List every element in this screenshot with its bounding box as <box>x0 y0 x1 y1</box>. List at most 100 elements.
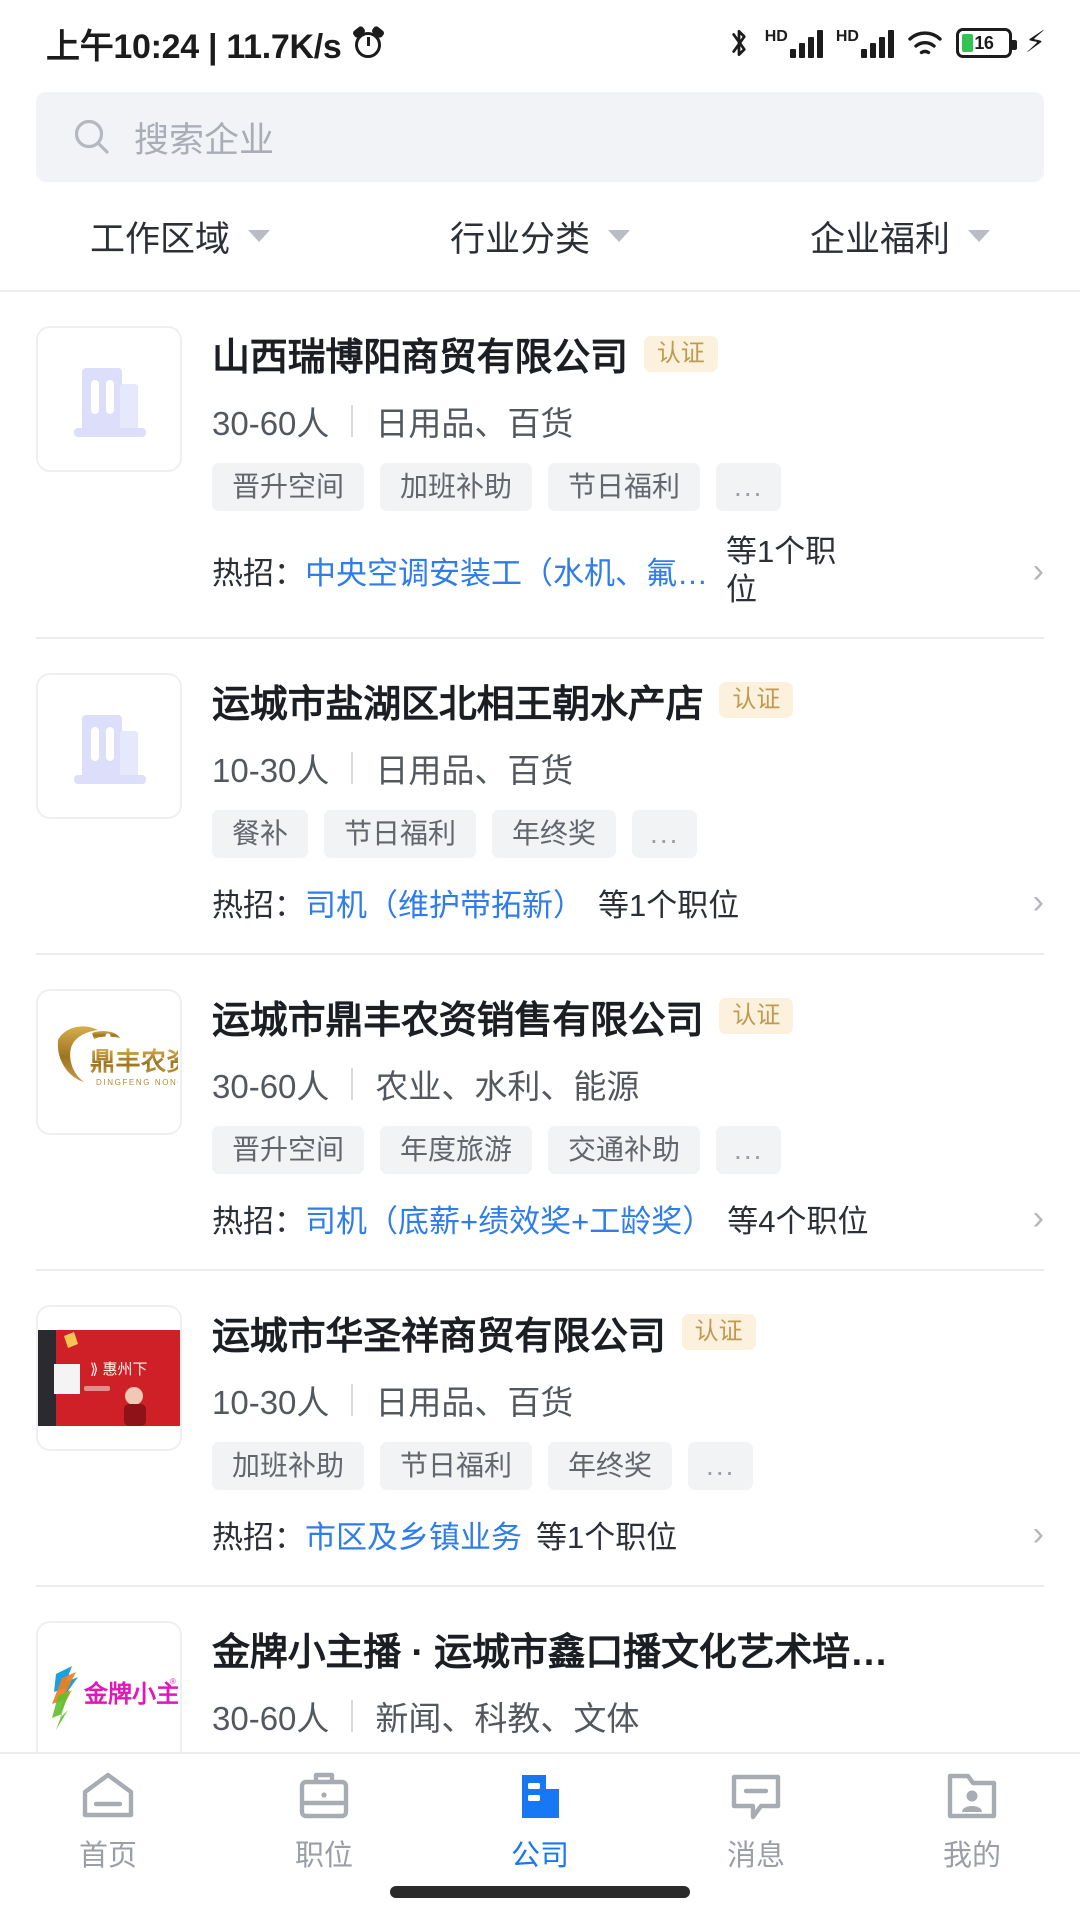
company-card[interactable]: 运城市盐湖区北相王朝水产店 认证 10-30人 日用品、百货 餐补 节日福利 年… <box>0 639 1080 925</box>
tab-jobs[interactable]: 职位 <box>216 1770 432 1874</box>
hot-job-count: 等1个职位 <box>726 534 837 607</box>
home-icon <box>82 1772 134 1818</box>
meta-divider <box>351 405 354 437</box>
company-name: 运城市华圣祥商贸有限公司 <box>212 1315 666 1358</box>
tab-company[interactable]: 公司 <box>432 1770 648 1874</box>
tab-label: 职位 <box>294 1840 353 1872</box>
company-industry: 日用品、百货 <box>375 1383 574 1421</box>
company-meta: 10-30人 日用品、百货 <box>212 1376 1044 1424</box>
building-placeholder-icon <box>74 368 146 437</box>
chevron-right-icon[interactable]: › <box>1013 1201 1044 1235</box>
bluetooth-icon <box>732 29 746 57</box>
company-meta: 30-60人 新闻、科教、文体 <box>212 1692 1044 1740</box>
tab-messages[interactable]: 消息 <box>648 1770 864 1874</box>
benefit-tag: 加班补助 <box>212 1441 365 1490</box>
benefit-tag: 晋升空间 <box>212 1125 365 1174</box>
hot-job-title[interactable]: 司机（底薪+绩效奖+工龄奖） <box>305 1196 713 1241</box>
company-size: 30-60人 <box>212 1699 330 1737</box>
company-card[interactable]: 鼎丰农资 DINGFENG NONGZI 运城市鼎丰农资销售有限公司 认证 30… <box>0 955 1080 1241</box>
hot-job-title[interactable]: 司机（维护带拓新） <box>305 880 584 925</box>
hd-label-1: HD <box>764 28 788 45</box>
svg-text:鼎丰农资: 鼎丰农资 <box>90 1048 178 1076</box>
hot-job-row[interactable]: 热招： 中央空调安装工（水机、氟… 等1个职位 › <box>212 533 1044 609</box>
building-placeholder-icon <box>74 714 146 784</box>
benefit-tag: 交通补助 <box>548 1125 701 1174</box>
hot-job-row[interactable]: 热招： 司机（底薪+绩效奖+工龄奖） 等4个职位 › <box>212 1196 1044 1241</box>
benefit-tag: 餐补 <box>212 809 309 858</box>
red-banner-photo: ⟫ 惠州下 <box>38 1329 180 1426</box>
company-logo: 鼎丰农资 DINGFENG NONGZI <box>36 988 182 1135</box>
company-logo: ⟫ 惠州下 <box>36 1304 182 1451</box>
hot-job-title[interactable]: 中央空调安装工（水机、氟… <box>305 548 708 593</box>
search-input[interactable]: 搜索企业 <box>36 92 1044 182</box>
tab-label: 公司 <box>510 1840 569 1872</box>
filter-benefits[interactable]: 企业福利 <box>720 211 1080 262</box>
verified-badge: 认证 <box>719 682 794 719</box>
search-placeholder: 搜索企业 <box>134 120 275 160</box>
benefit-tag-more[interactable]: ... <box>716 463 782 511</box>
chevron-right-icon[interactable]: › <box>1013 554 1044 588</box>
tab-label: 我的 <box>942 1840 1001 1872</box>
tab-profile[interactable]: 我的 <box>864 1770 1080 1874</box>
company-info: 运城市盐湖区北相王朝水产店 认证 10-30人 日用品、百货 餐补 节日福利 年… <box>212 673 1044 925</box>
company-info: 运城市华圣祥商贸有限公司 认证 10-30人 日用品、百货 加班补助 节日福利 … <box>212 1305 1044 1557</box>
chevron-down-icon <box>968 230 990 242</box>
company-size: 30-60人 <box>212 405 330 442</box>
chevron-right-icon[interactable]: › <box>1013 1517 1044 1551</box>
company-meta: 30-60人 农业、水利、能源 <box>212 1060 1044 1108</box>
meta-divider <box>351 751 354 784</box>
company-card[interactable]: 金牌小主播 ® 金牌小主播 · 运城市鑫口播文化艺术培… 30-60人 新闻、科… <box>0 1587 1080 1752</box>
status-bar: 上午10:24 | 11.7K/s HD HD 16 ⚡ <box>0 0 1080 86</box>
benefit-tag-more[interactable]: ... <box>688 1441 754 1490</box>
tab-label: 消息 <box>726 1840 785 1872</box>
benefit-tag: 年终奖 <box>548 1441 673 1490</box>
company-list[interactable]: 山西瑞博阳商贸有限公司 认证 30-60人 日用品、百货 晋升空间 加班补助 节… <box>0 292 1080 1752</box>
company-title-row: 山西瑞博阳商贸有限公司 认证 <box>212 326 1044 381</box>
benefit-tags: 晋升空间 加班补助 节日福利 ... <box>212 463 1044 511</box>
company-title-row: 运城市华圣祥商贸有限公司 认证 <box>212 1305 1044 1360</box>
company-size: 10-30人 <box>212 751 330 789</box>
chevron-down-icon <box>248 230 270 242</box>
company-title-row: 运城市盐湖区北相王朝水产店 认证 <box>212 673 1044 728</box>
benefit-tag-more[interactable]: ... <box>632 809 698 858</box>
status-time: 上午10:24 | 11.7K/s <box>46 27 342 66</box>
filter-industry[interactable]: 行业分类 <box>360 211 720 262</box>
company-logo <box>36 672 182 819</box>
company-title-row: 运城市鼎丰农资销售有限公司 认证 <box>212 989 1044 1044</box>
chevron-down-icon <box>608 230 630 242</box>
company-industry: 新闻、科教、文体 <box>375 1699 640 1737</box>
dingfeng-logo-icon: 鼎丰农资 DINGFENG NONGZI <box>57 1025 178 1087</box>
benefit-tag: 节日福利 <box>324 809 477 858</box>
tab-label: 首页 <box>78 1840 137 1872</box>
hot-job-row[interactable]: 热招： 司机（维护带拓新） 等1个职位 › <box>212 880 1044 925</box>
filter-bar: 工作区域 行业分类 企业福利 <box>0 182 1080 292</box>
company-size: 30-60人 <box>212 1067 330 1105</box>
chevron-right-icon[interactable]: › <box>1013 885 1044 919</box>
company-card[interactable]: ⟫ 惠州下 运城市华圣祥商贸有限公司 认证 10-30人 日用品、百货 加班补助… <box>0 1271 1080 1557</box>
hot-job-label: 热招： <box>212 1203 305 1239</box>
company-name: 金牌小主播 · 运城市鑫口播文化艺术培… <box>212 1631 888 1674</box>
hot-job-count: 等4个职位 <box>727 1203 869 1239</box>
hot-job-label: 热招： <box>212 556 305 592</box>
company-card[interactable]: 山西瑞博阳商贸有限公司 认证 30-60人 日用品、百货 晋升空间 加班补助 节… <box>0 292 1080 609</box>
benefit-tags: 加班补助 节日福利 年终奖 ... <box>212 1441 1044 1490</box>
profile-card-icon <box>947 1773 997 1819</box>
battery-level: 16 <box>974 32 994 53</box>
company-name: 运城市盐湖区北相王朝水产店 <box>212 683 704 726</box>
hd-label-2: HD <box>835 28 859 45</box>
signal-2: HD <box>836 28 894 58</box>
hot-job-title[interactable]: 市区及乡镇业务 <box>305 1512 522 1557</box>
jinpai-logo-icon: 金牌小主播 ® <box>52 1665 178 1730</box>
tab-home[interactable]: 首页 <box>0 1770 216 1874</box>
hot-job-row[interactable]: 热招： 市区及乡镇业务 等1个职位 › <box>212 1512 1044 1557</box>
benefit-tag-more[interactable]: ... <box>716 1125 782 1174</box>
hot-job-count: 等1个职位 <box>536 1519 678 1555</box>
company-industry: 日用品、百货 <box>375 751 574 789</box>
company-info: 山西瑞博阳商贸有限公司 认证 30-60人 日用品、百货 晋升空间 加班补助 节… <box>212 326 1044 609</box>
svg-text:金牌小主播: 金牌小主播 <box>83 1680 178 1708</box>
hot-job-label: 热招： <box>212 1519 305 1555</box>
company-meta: 10-30人 日用品、百货 <box>212 744 1044 792</box>
filter-label: 行业分类 <box>449 219 590 259</box>
filter-work-area[interactable]: 工作区域 <box>0 211 360 262</box>
benefit-tag: 年度旅游 <box>380 1125 533 1174</box>
